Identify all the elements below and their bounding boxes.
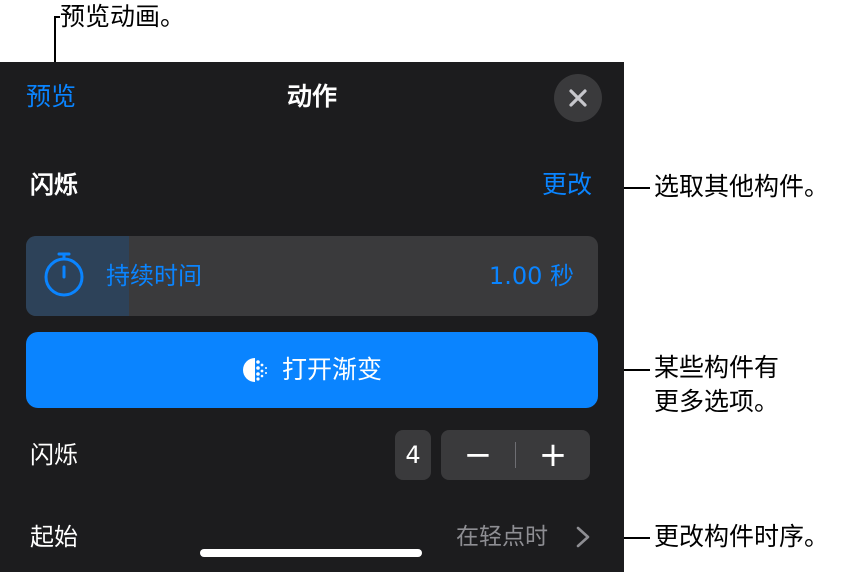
callout-timing: 更改构件时序。 [654, 522, 830, 551]
leader-line-preview-tick [54, 16, 60, 18]
action-panel: 预览 动作 闪烁 更改 持续时间 1.00 秒 打开渐变 闪烁 4 − + 起始… [0, 62, 624, 572]
callout-more-options-line2: 更多选项。 [654, 387, 780, 416]
callout-preview: 预览动画。 [60, 2, 186, 31]
duration-label: 持续时间 [106, 262, 202, 290]
fade-button-label: 打开渐变 [281, 355, 382, 384]
chevron-right-icon[interactable] [575, 526, 591, 548]
panel-title: 动作 [286, 82, 337, 111]
duration-value: 1.00 秒 [488, 262, 574, 290]
blink-label: 闪烁 [30, 441, 78, 469]
close-button[interactable] [554, 74, 602, 122]
change-button[interactable]: 更改 [542, 170, 592, 200]
start-value[interactable]: 在轻点时 [456, 522, 548, 552]
start-label: 起始 [30, 523, 78, 551]
increment-button[interactable]: + [516, 430, 590, 480]
fade-icon [242, 358, 267, 382]
action-name: 闪烁 [30, 171, 78, 199]
close-icon [569, 89, 587, 107]
fade-button[interactable]: 打开渐变 [26, 332, 598, 408]
blink-stepper[interactable]: − + [441, 430, 590, 480]
callout-more-options-line1: 某些构件有 [654, 353, 780, 382]
callout-choose: 选取其他构件。 [654, 172, 830, 201]
blink-count: 4 [395, 430, 431, 480]
stopwatch-icon [44, 252, 84, 297]
decrement-button[interactable]: − [441, 430, 515, 480]
home-indicator [200, 549, 422, 557]
duration-slider[interactable]: 持续时间 1.00 秒 [26, 236, 598, 316]
